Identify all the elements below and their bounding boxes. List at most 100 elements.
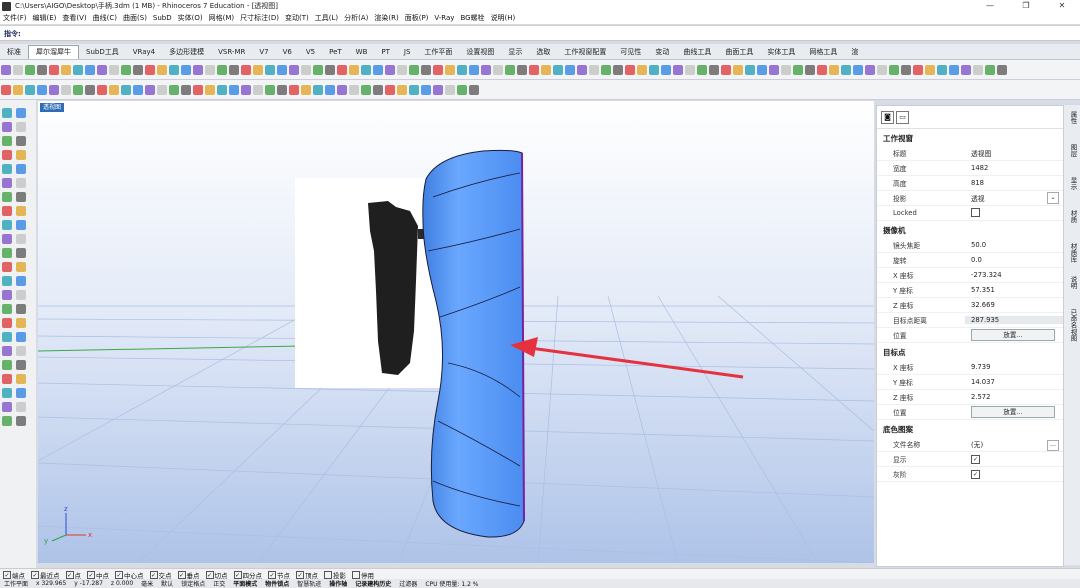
- tool-icon[interactable]: [109, 64, 119, 75]
- tool-icon[interactable]: [469, 84, 479, 95]
- osnap-checkbox[interactable]: ✓: [205, 570, 214, 579]
- toolbar-tab[interactable]: 曲线工具: [676, 46, 718, 59]
- status-smart-track[interactable]: 智慧轨迹: [297, 579, 321, 588]
- tool-icon[interactable]: [181, 64, 191, 75]
- camera-y-field[interactable]: 57.351: [965, 286, 1063, 294]
- height-field[interactable]: 818: [965, 179, 1063, 187]
- tool-icon[interactable]: [109, 84, 119, 95]
- tool-icon[interactable]: [829, 64, 839, 75]
- tool-icon[interactable]: [409, 84, 419, 95]
- osnap-checkbox[interactable]: ✓: [31, 570, 39, 579]
- tool-icon[interactable]: [16, 122, 26, 132]
- target-y-field[interactable]: 14.037: [965, 378, 1063, 386]
- tool-icon[interactable]: [16, 248, 26, 258]
- tool-icon[interactable]: [16, 374, 26, 384]
- tool-icon[interactable]: [781, 64, 791, 75]
- tool-icon[interactable]: [697, 64, 707, 75]
- osnap-option[interactable]: ✓ 中点: [87, 570, 109, 580]
- tool-icon[interactable]: [16, 234, 26, 244]
- tool-icon[interactable]: [805, 64, 815, 75]
- tool-icon[interactable]: [421, 84, 431, 95]
- status-history[interactable]: 记录建构历史: [355, 579, 391, 588]
- tool-icon[interactable]: [49, 64, 59, 75]
- tool-icon[interactable]: [2, 178, 12, 188]
- tool-icon[interactable]: [61, 84, 71, 95]
- minimize-icon[interactable]: —: [972, 0, 1008, 12]
- tool-icon[interactable]: [73, 64, 83, 75]
- tool-icon[interactable]: [733, 64, 743, 75]
- tool-icon[interactable]: [625, 64, 635, 75]
- menu-item[interactable]: 网格(M): [209, 13, 235, 23]
- tool-icon[interactable]: [85, 64, 95, 75]
- tool-icon[interactable]: [16, 178, 26, 188]
- toolbar-tab[interactable]: 犀尔溜犀牛: [28, 45, 79, 59]
- tool-icon[interactable]: [289, 84, 299, 95]
- tool-icon[interactable]: [685, 64, 695, 75]
- tool-icon[interactable]: [853, 64, 863, 75]
- tool-icon[interactable]: [16, 108, 26, 118]
- tool-icon[interactable]: [445, 64, 455, 75]
- tool-icon[interactable]: [16, 220, 26, 230]
- tool-icon[interactable]: [481, 64, 491, 75]
- osnap-option[interactable]: ✓ 点: [65, 570, 81, 580]
- tool-icon[interactable]: [1, 84, 11, 95]
- tool-icon[interactable]: [433, 64, 443, 75]
- osnap-checkbox[interactable]: ✓: [115, 570, 123, 579]
- tool-icon[interactable]: [433, 84, 443, 95]
- tool-icon[interactable]: [145, 64, 155, 75]
- target-place-button[interactable]: 放置...: [971, 406, 1055, 418]
- osnap-checkbox[interactable]: ✓: [177, 570, 186, 579]
- osnap-option[interactable]: ✓ 最近点: [31, 570, 60, 580]
- tool-icon[interactable]: [157, 84, 167, 95]
- osnap-checkbox[interactable]: ✓: [65, 570, 74, 579]
- tool-icon[interactable]: [277, 84, 287, 95]
- toolbar-tab[interactable]: 工作平面: [417, 46, 459, 59]
- tool-icon[interactable]: [2, 360, 12, 370]
- tool-icon[interactable]: [649, 64, 659, 75]
- tool-icon[interactable]: [16, 332, 26, 342]
- tool-icon[interactable]: [2, 220, 12, 230]
- tool-icon[interactable]: [457, 64, 467, 75]
- tool-icon[interactable]: [889, 64, 899, 75]
- side-tab[interactable]: 已命名视图: [1066, 309, 1078, 342]
- menu-item[interactable]: 渲染(R): [374, 13, 398, 23]
- tool-icon[interactable]: [2, 290, 12, 300]
- status-layer[interactable]: 默认: [161, 579, 173, 588]
- tool-icon[interactable]: [589, 64, 599, 75]
- tool-icon[interactable]: [517, 64, 527, 75]
- toolbar-tab[interactable]: JS: [397, 46, 418, 59]
- tool-icon[interactable]: [709, 64, 719, 75]
- toolbar-tab[interactable]: 显示: [501, 46, 529, 59]
- tool-icon[interactable]: [16, 304, 26, 314]
- tool-icon[interactable]: [16, 290, 26, 300]
- tool-icon[interactable]: [25, 64, 35, 75]
- tool-icon[interactable]: [2, 206, 12, 216]
- tool-icon[interactable]: [373, 84, 383, 95]
- tool-icon[interactable]: [553, 64, 563, 75]
- tool-icon[interactable]: [16, 206, 26, 216]
- tool-icon[interactable]: [16, 360, 26, 370]
- tool-icon[interactable]: [2, 248, 12, 258]
- menu-item[interactable]: 文件(F): [3, 13, 27, 23]
- menu-item[interactable]: 曲线(C): [93, 13, 117, 23]
- tool-icon[interactable]: [2, 332, 12, 342]
- tool-icon[interactable]: [505, 64, 515, 75]
- tool-icon[interactable]: [2, 150, 12, 160]
- target-x-field[interactable]: 9.739: [965, 363, 1063, 371]
- tool-icon[interactable]: [277, 64, 287, 75]
- osnap-checkbox[interactable]: [324, 570, 332, 579]
- tool-icon[interactable]: [409, 64, 419, 75]
- tool-icon[interactable]: [349, 84, 359, 95]
- tool-icon[interactable]: [361, 64, 371, 75]
- tool-icon[interactable]: [301, 64, 311, 75]
- osnap-option[interactable]: 停用: [352, 570, 374, 580]
- osnap-checkbox[interactable]: ✓: [3, 570, 11, 579]
- tool-icon[interactable]: [445, 84, 455, 95]
- tool-icon[interactable]: [16, 318, 26, 328]
- status-planar[interactable]: 平面模式: [233, 579, 257, 588]
- tool-icon[interactable]: [2, 416, 12, 426]
- tool-icon[interactable]: [325, 64, 335, 75]
- tool-icon[interactable]: [385, 84, 395, 95]
- menu-item[interactable]: 尺寸标注(D): [240, 13, 279, 23]
- osnap-checkbox[interactable]: ✓: [87, 570, 95, 579]
